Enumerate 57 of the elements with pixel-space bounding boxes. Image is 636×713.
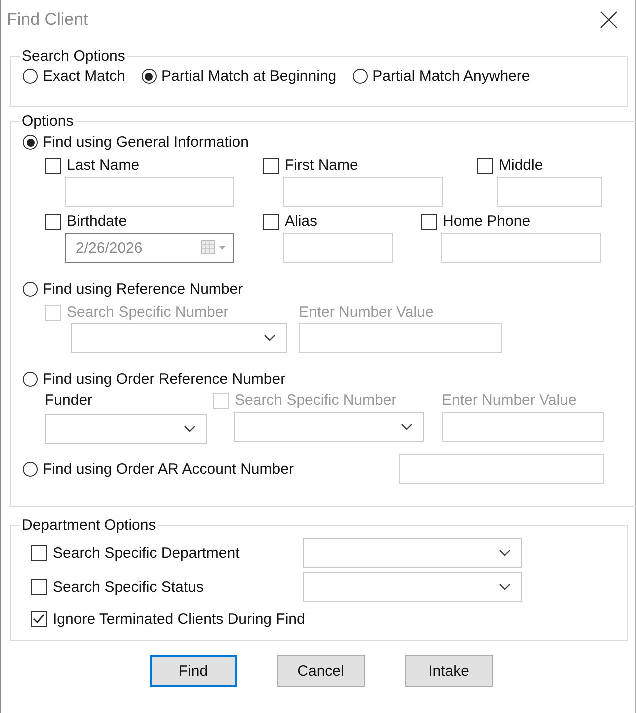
radio-option[interactable]: Find using Order Reference Number bbox=[23, 371, 636, 388]
checkbox[interactable] bbox=[263, 214, 279, 230]
radio-circle[interactable] bbox=[23, 462, 38, 476]
field-label: Enter Number Value bbox=[442, 392, 578, 409]
checkbox-label[interactable]: First Name bbox=[263, 157, 477, 174]
checkbox[interactable] bbox=[31, 579, 47, 595]
radio-option[interactable]: Partial Match Anywhere bbox=[352, 68, 530, 85]
input-field[interactable] bbox=[497, 177, 602, 207]
group-title: Options bbox=[21, 113, 75, 130]
field-label: Enter Number Value bbox=[299, 304, 435, 321]
dialog-button[interactable]: Find bbox=[150, 655, 237, 687]
checkbox[interactable] bbox=[31, 545, 47, 561]
checkbox[interactable] bbox=[45, 158, 61, 174]
checkbox[interactable] bbox=[263, 158, 279, 174]
input-field[interactable] bbox=[399, 454, 604, 484]
group-title: Search Options bbox=[21, 48, 126, 65]
checkbox-label[interactable]: Middle bbox=[477, 157, 636, 174]
close-icon[interactable] bbox=[599, 10, 619, 30]
chevron-icon bbox=[401, 423, 413, 431]
checkbox[interactable] bbox=[421, 214, 437, 230]
field-label: Funder bbox=[45, 392, 94, 409]
radio-circle[interactable] bbox=[23, 135, 38, 150]
checkbox[interactable] bbox=[477, 158, 493, 174]
radio-option[interactable]: Partial Match at Beginning bbox=[142, 68, 337, 85]
input-field[interactable] bbox=[442, 412, 604, 442]
dialog-button[interactable]: Intake bbox=[405, 655, 493, 687]
checkbox-label[interactable]: Home Phone bbox=[421, 213, 621, 230]
chevron-icon bbox=[499, 583, 511, 591]
radio-circle[interactable] bbox=[23, 69, 38, 84]
radio-circle[interactable] bbox=[23, 282, 38, 297]
input-field[interactable] bbox=[283, 177, 443, 207]
checkbox-label[interactable]: Search Specific Department bbox=[31, 544, 303, 562]
radio-circle[interactable] bbox=[142, 69, 157, 84]
checkbox-label[interactable]: Ignore Terminated Clients During Find bbox=[31, 610, 306, 628]
radio-option[interactable]: Find using General Information bbox=[23, 134, 636, 151]
date-field[interactable]: 2/26/2026 bbox=[65, 233, 234, 263]
checkbox[interactable] bbox=[45, 214, 61, 230]
checkbox-label[interactable]: Last Name bbox=[45, 157, 263, 174]
radio-circle[interactable] bbox=[23, 372, 38, 387]
input-field[interactable] bbox=[283, 233, 393, 263]
chevron-icon bbox=[499, 549, 511, 557]
checkbox-label[interactable]: Search Specific Status bbox=[31, 578, 303, 596]
radio-option[interactable]: Find using Order AR Account Number bbox=[23, 460, 294, 478]
input-field[interactable] bbox=[299, 323, 502, 353]
radio-circle[interactable] bbox=[352, 69, 368, 84]
group-title: Department Options bbox=[21, 517, 158, 534]
chevron-icon bbox=[184, 425, 196, 433]
checkbox-label[interactable]: Birthdate bbox=[45, 213, 263, 230]
checkbox[interactable] bbox=[31, 611, 47, 627]
radio-option[interactable]: Exact Match bbox=[23, 68, 126, 85]
radio-option[interactable]: Find using Reference Number bbox=[23, 281, 636, 298]
dialog-button[interactable]: Cancel bbox=[277, 655, 365, 687]
chevron-icon bbox=[264, 334, 276, 342]
input-field[interactable] bbox=[441, 233, 601, 263]
input-field[interactable] bbox=[65, 177, 234, 207]
window-title: Find Client bbox=[7, 10, 88, 30]
checkbox-label[interactable]: Alias bbox=[263, 213, 421, 230]
